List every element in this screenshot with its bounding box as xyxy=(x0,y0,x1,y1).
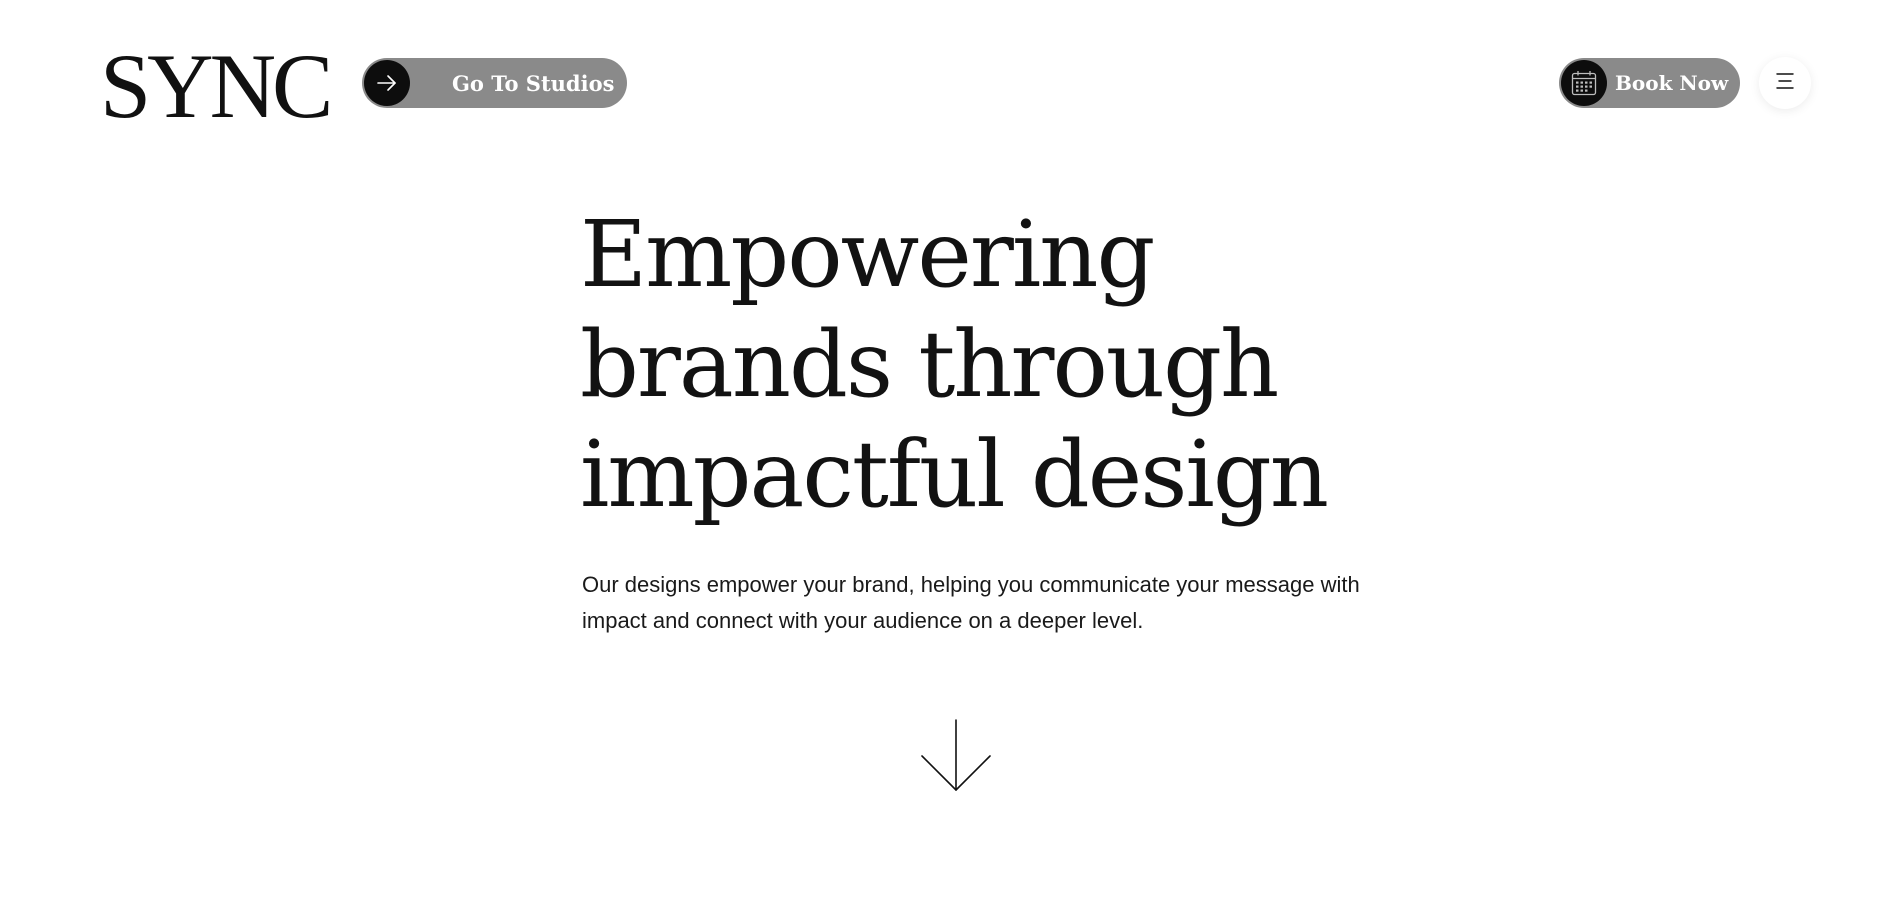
arrow-right-icon xyxy=(364,60,410,106)
go-to-studios-label: Go To Studios xyxy=(452,70,615,96)
arrow-down-icon[interactable] xyxy=(919,718,993,794)
menu-button[interactable] xyxy=(1759,57,1811,109)
hero-headline: Empowering brands through impactful desi… xyxy=(580,200,1480,530)
hero-headline-line-1: Empowering xyxy=(580,201,1155,308)
menu-icon xyxy=(1773,71,1797,95)
calendar-icon xyxy=(1561,60,1607,106)
hero-headline-line-3: impactful design xyxy=(580,421,1329,528)
hero-subtext: Our designs empower your brand, helping … xyxy=(582,572,1360,633)
logo[interactable]: SYNC xyxy=(100,40,333,132)
book-now-label: Book Now xyxy=(1615,71,1729,95)
hero-headline-line-2: brands through xyxy=(580,311,1279,418)
go-to-studios-button[interactable]: Go To Studios xyxy=(362,58,627,108)
book-now-button[interactable]: Book Now xyxy=(1559,58,1740,108)
